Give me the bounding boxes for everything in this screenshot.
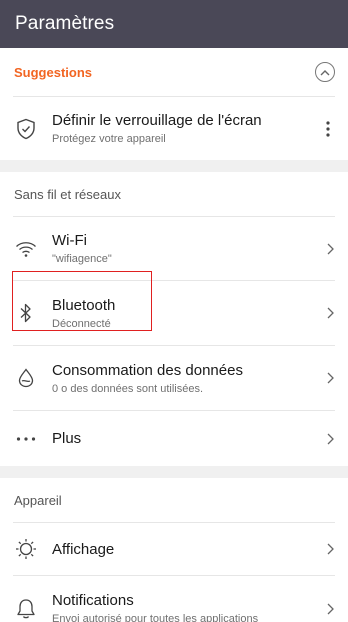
section-header-device: Appareil <box>14 492 62 508</box>
bluetooth-highlight-box <box>12 271 152 331</box>
section-gap <box>0 160 348 172</box>
data-usage-label: Consommation des données <box>52 361 243 379</box>
chevron-right-icon <box>320 307 340 319</box>
suggestion-screen-lock[interactable]: Définir le verrouillage de l'écran Proté… <box>0 97 348 160</box>
app-bar: Paramètres <box>0 0 348 48</box>
data-drop-icon <box>14 366 38 390</box>
settings-item-notifications[interactable]: Notifications Envoi autorisé pour toutes… <box>0 576 348 622</box>
suggestions-label: Suggestions <box>14 64 93 80</box>
suggestion-title: Définir le verrouillage de l'écran <box>52 112 262 129</box>
settings-item-data-usage[interactable]: Consommation des données 0 o des données… <box>0 346 348 410</box>
chevron-right-icon <box>320 243 340 255</box>
settings-item-display[interactable]: Affichage <box>0 523 348 575</box>
notifications-status: Envoi autorisé pour toutes les applicati… <box>52 613 259 622</box>
chevron-right-icon <box>320 603 340 615</box>
collapse-suggestions-button[interactable] <box>315 62 335 82</box>
bell-icon <box>14 597 38 621</box>
wifi-status: "wifiagence" <box>52 253 112 265</box>
data-usage-status: 0 o des données sont utilisées. <box>52 382 204 395</box>
section-header-wireless: Sans fil et réseaux <box>14 186 121 202</box>
wifi-icon <box>14 237 38 261</box>
wifi-label: Wi-Fi <box>52 232 87 249</box>
chevron-right-icon <box>320 433 340 445</box>
chevron-right-icon <box>320 372 340 384</box>
display-label: Affichage <box>52 540 115 558</box>
more-horizontal-icon <box>14 427 38 451</box>
page-title: Paramètres <box>15 13 115 34</box>
chevron-up-icon <box>320 69 330 75</box>
more-label: Plus <box>52 430 82 447</box>
section-gap <box>0 466 348 478</box>
shield-check-icon <box>14 117 38 141</box>
overflow-menu-button[interactable] <box>318 120 338 137</box>
suggestions-header: Suggestions <box>0 48 348 96</box>
brightness-icon <box>14 537 38 561</box>
notifications-label: Notifications <box>52 592 134 609</box>
chevron-right-icon <box>320 543 340 555</box>
settings-item-more[interactable]: Plus <box>0 411 348 466</box>
more-vertical-icon <box>326 120 330 137</box>
suggestion-subtitle: Protégez votre appareil <box>52 133 166 145</box>
